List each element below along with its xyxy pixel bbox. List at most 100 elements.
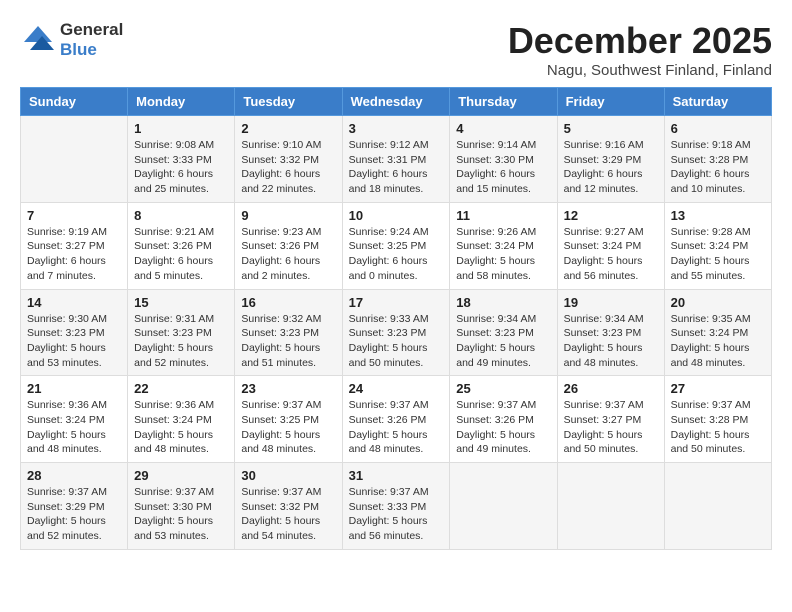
logo: General Blue — [20, 20, 123, 61]
table-row: 11 Sunrise: 9:26 AMSunset: 3:24 PMDaylig… — [450, 202, 557, 289]
day-info: Sunrise: 9:26 AMSunset: 3:24 PMDaylight:… — [456, 225, 550, 284]
table-row: 15 Sunrise: 9:31 AMSunset: 3:23 PMDaylig… — [128, 289, 235, 376]
day-number: 14 — [27, 295, 121, 310]
table-row: 31 Sunrise: 9:37 AMSunset: 3:33 PMDaylig… — [342, 463, 450, 550]
table-row: 5 Sunrise: 9:16 AMSunset: 3:29 PMDayligh… — [557, 116, 664, 203]
header-saturday: Saturday — [664, 88, 771, 116]
day-info: Sunrise: 9:30 AMSunset: 3:23 PMDaylight:… — [27, 312, 121, 371]
day-info: Sunrise: 9:37 AMSunset: 3:26 PMDaylight:… — [349, 398, 444, 457]
calendar-row: 1 Sunrise: 9:08 AMSunset: 3:33 PMDayligh… — [21, 116, 772, 203]
day-number: 10 — [349, 208, 444, 223]
table-row: 17 Sunrise: 9:33 AMSunset: 3:23 PMDaylig… — [342, 289, 450, 376]
day-info: Sunrise: 9:37 AMSunset: 3:25 PMDaylight:… — [241, 398, 335, 457]
table-row: 1 Sunrise: 9:08 AMSunset: 3:33 PMDayligh… — [128, 116, 235, 203]
day-info: Sunrise: 9:37 AMSunset: 3:33 PMDaylight:… — [349, 485, 444, 544]
day-info: Sunrise: 9:21 AMSunset: 3:26 PMDaylight:… — [134, 225, 228, 284]
calendar-row: 7 Sunrise: 9:19 AMSunset: 3:27 PMDayligh… — [21, 202, 772, 289]
day-number: 12 — [564, 208, 658, 223]
table-row: 10 Sunrise: 9:24 AMSunset: 3:25 PMDaylig… — [342, 202, 450, 289]
table-row: 18 Sunrise: 9:34 AMSunset: 3:23 PMDaylig… — [450, 289, 557, 376]
table-row: 3 Sunrise: 9:12 AMSunset: 3:31 PMDayligh… — [342, 116, 450, 203]
table-row: 26 Sunrise: 9:37 AMSunset: 3:27 PMDaylig… — [557, 376, 664, 463]
calendar-row: 21 Sunrise: 9:36 AMSunset: 3:24 PMDaylig… — [21, 376, 772, 463]
day-number: 23 — [241, 381, 335, 396]
table-row: 29 Sunrise: 9:37 AMSunset: 3:30 PMDaylig… — [128, 463, 235, 550]
day-number: 30 — [241, 468, 335, 483]
table-row: 2 Sunrise: 9:10 AMSunset: 3:32 PMDayligh… — [235, 116, 342, 203]
day-info: Sunrise: 9:18 AMSunset: 3:28 PMDaylight:… — [671, 138, 765, 197]
table-row — [557, 463, 664, 550]
calendar-row: 14 Sunrise: 9:30 AMSunset: 3:23 PMDaylig… — [21, 289, 772, 376]
day-number: 17 — [349, 295, 444, 310]
table-row: 22 Sunrise: 9:36 AMSunset: 3:24 PMDaylig… — [128, 376, 235, 463]
day-number: 16 — [241, 295, 335, 310]
header-tuesday: Tuesday — [235, 88, 342, 116]
day-info: Sunrise: 9:23 AMSunset: 3:26 PMDaylight:… — [241, 225, 335, 284]
day-info: Sunrise: 9:32 AMSunset: 3:23 PMDaylight:… — [241, 312, 335, 371]
header-monday: Monday — [128, 88, 235, 116]
day-info: Sunrise: 9:37 AMSunset: 3:28 PMDaylight:… — [671, 398, 765, 457]
table-row: 20 Sunrise: 9:35 AMSunset: 3:24 PMDaylig… — [664, 289, 771, 376]
table-row: 24 Sunrise: 9:37 AMSunset: 3:26 PMDaylig… — [342, 376, 450, 463]
day-number: 31 — [349, 468, 444, 483]
header-thursday: Thursday — [450, 88, 557, 116]
day-info: Sunrise: 9:34 AMSunset: 3:23 PMDaylight:… — [456, 312, 550, 371]
table-row: 21 Sunrise: 9:36 AMSunset: 3:24 PMDaylig… — [21, 376, 128, 463]
table-row: 7 Sunrise: 9:19 AMSunset: 3:27 PMDayligh… — [21, 202, 128, 289]
day-info: Sunrise: 9:27 AMSunset: 3:24 PMDaylight:… — [564, 225, 658, 284]
day-info: Sunrise: 9:10 AMSunset: 3:32 PMDaylight:… — [241, 138, 335, 197]
logo-text: General Blue — [60, 20, 123, 61]
day-number: 6 — [671, 121, 765, 136]
table-row: 23 Sunrise: 9:37 AMSunset: 3:25 PMDaylig… — [235, 376, 342, 463]
header-friday: Friday — [557, 88, 664, 116]
day-number: 28 — [27, 468, 121, 483]
day-number: 19 — [564, 295, 658, 310]
calendar-table: Sunday Monday Tuesday Wednesday Thursday… — [20, 87, 772, 550]
day-number: 2 — [241, 121, 335, 136]
day-info: Sunrise: 9:37 AMSunset: 3:32 PMDaylight:… — [241, 485, 335, 544]
day-number: 20 — [671, 295, 765, 310]
day-number: 25 — [456, 381, 550, 396]
day-info: Sunrise: 9:37 AMSunset: 3:26 PMDaylight:… — [456, 398, 550, 457]
table-row: 6 Sunrise: 9:18 AMSunset: 3:28 PMDayligh… — [664, 116, 771, 203]
calendar-header-row: Sunday Monday Tuesday Wednesday Thursday… — [21, 88, 772, 116]
day-number: 18 — [456, 295, 550, 310]
day-info: Sunrise: 9:37 AMSunset: 3:30 PMDaylight:… — [134, 485, 228, 544]
day-info: Sunrise: 9:16 AMSunset: 3:29 PMDaylight:… — [564, 138, 658, 197]
day-number: 15 — [134, 295, 228, 310]
day-number: 5 — [564, 121, 658, 136]
day-info: Sunrise: 9:33 AMSunset: 3:23 PMDaylight:… — [349, 312, 444, 371]
day-number: 3 — [349, 121, 444, 136]
day-number: 1 — [134, 121, 228, 136]
day-number: 8 — [134, 208, 228, 223]
table-row: 30 Sunrise: 9:37 AMSunset: 3:32 PMDaylig… — [235, 463, 342, 550]
day-info: Sunrise: 9:19 AMSunset: 3:27 PMDaylight:… — [27, 225, 121, 284]
day-info: Sunrise: 9:37 AMSunset: 3:29 PMDaylight:… — [27, 485, 121, 544]
day-info: Sunrise: 9:08 AMSunset: 3:33 PMDaylight:… — [134, 138, 228, 197]
day-info: Sunrise: 9:28 AMSunset: 3:24 PMDaylight:… — [671, 225, 765, 284]
table-row: 16 Sunrise: 9:32 AMSunset: 3:23 PMDaylig… — [235, 289, 342, 376]
table-row — [21, 116, 128, 203]
day-info: Sunrise: 9:34 AMSunset: 3:23 PMDaylight:… — [564, 312, 658, 371]
day-number: 21 — [27, 381, 121, 396]
table-row: 8 Sunrise: 9:21 AMSunset: 3:26 PMDayligh… — [128, 202, 235, 289]
day-info: Sunrise: 9:36 AMSunset: 3:24 PMDaylight:… — [134, 398, 228, 457]
month-title: December 2025 — [508, 20, 772, 62]
table-row — [450, 463, 557, 550]
table-row — [664, 463, 771, 550]
table-row: 13 Sunrise: 9:28 AMSunset: 3:24 PMDaylig… — [664, 202, 771, 289]
title-section: December 2025 Nagu, Southwest Finland, F… — [508, 20, 772, 79]
day-info: Sunrise: 9:31 AMSunset: 3:23 PMDaylight:… — [134, 312, 228, 371]
day-number: 13 — [671, 208, 765, 223]
day-number: 29 — [134, 468, 228, 483]
calendar-row: 28 Sunrise: 9:37 AMSunset: 3:29 PMDaylig… — [21, 463, 772, 550]
table-row: 9 Sunrise: 9:23 AMSunset: 3:26 PMDayligh… — [235, 202, 342, 289]
day-number: 11 — [456, 208, 550, 223]
table-row: 27 Sunrise: 9:37 AMSunset: 3:28 PMDaylig… — [664, 376, 771, 463]
table-row: 4 Sunrise: 9:14 AMSunset: 3:30 PMDayligh… — [450, 116, 557, 203]
day-info: Sunrise: 9:24 AMSunset: 3:25 PMDaylight:… — [349, 225, 444, 284]
day-number: 4 — [456, 121, 550, 136]
logo-icon — [20, 22, 56, 58]
day-number: 27 — [671, 381, 765, 396]
day-number: 9 — [241, 208, 335, 223]
